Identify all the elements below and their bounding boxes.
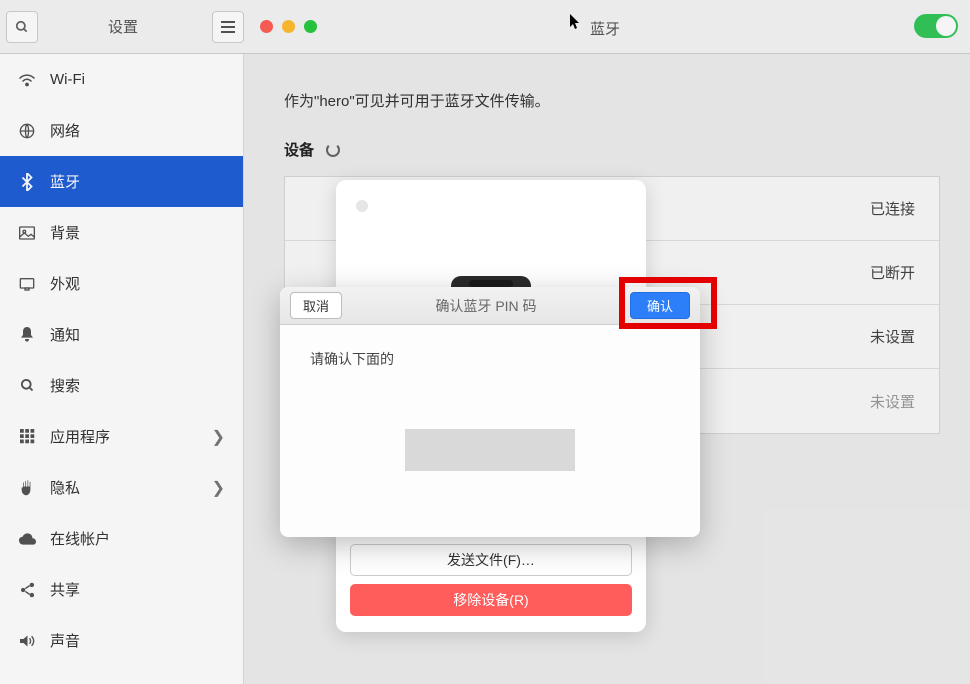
confirm-button[interactable]: 确认 bbox=[630, 292, 690, 319]
dialog-prompt: 请确认下面的 bbox=[310, 349, 670, 369]
cancel-label: 取消 bbox=[303, 299, 329, 314]
dialog-header: 取消 确认蓝牙 PIN 码 确认 bbox=[280, 287, 700, 325]
phone-notch-icon bbox=[469, 280, 513, 287]
cancel-button[interactable]: 取消 bbox=[290, 292, 342, 319]
pin-placeholder bbox=[405, 429, 575, 471]
send-file-label: 发送文件(F)… bbox=[447, 550, 535, 570]
remove-device-label: 移除设备(R) bbox=[453, 590, 528, 610]
popover-status-dot bbox=[356, 200, 368, 212]
confirm-label: 确认 bbox=[647, 299, 673, 314]
send-file-button[interactable]: 发送文件(F)… bbox=[350, 544, 632, 576]
remove-device-button[interactable]: 移除设备(R) bbox=[350, 584, 632, 616]
dialog-title: 确认蓝牙 PIN 码 bbox=[435, 296, 536, 316]
pin-confirm-dialog: 取消 确认蓝牙 PIN 码 确认 请确认下面的 bbox=[280, 287, 700, 537]
